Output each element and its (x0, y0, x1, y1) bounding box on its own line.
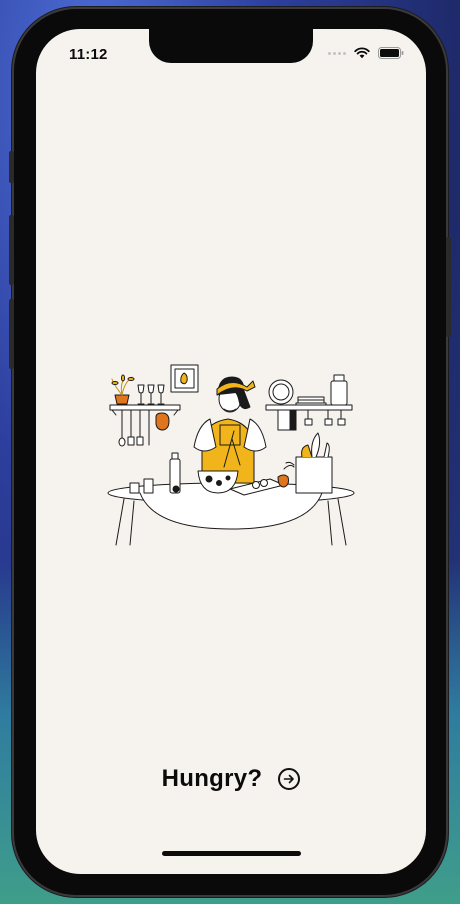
status-time: 11:12 (69, 46, 108, 63)
notch (149, 29, 313, 63)
silent-switch (9, 151, 14, 183)
hungry-title: Hungry? (161, 765, 263, 792)
wifi-icon (354, 47, 370, 59)
status-indicators (328, 46, 404, 60)
get-started-row[interactable]: Hungry? (36, 762, 426, 796)
volume-up-button (9, 215, 14, 285)
cooking-woman-illustration (106, 359, 356, 549)
power-button (446, 237, 451, 337)
battery-icon (378, 47, 404, 59)
arrow-right-circle-icon[interactable] (278, 768, 301, 790)
volume-down-button (9, 299, 14, 369)
app-screen: 11:12 Hungry? (36, 29, 426, 874)
signal-icon (328, 51, 346, 55)
home-indicator[interactable] (162, 851, 301, 856)
